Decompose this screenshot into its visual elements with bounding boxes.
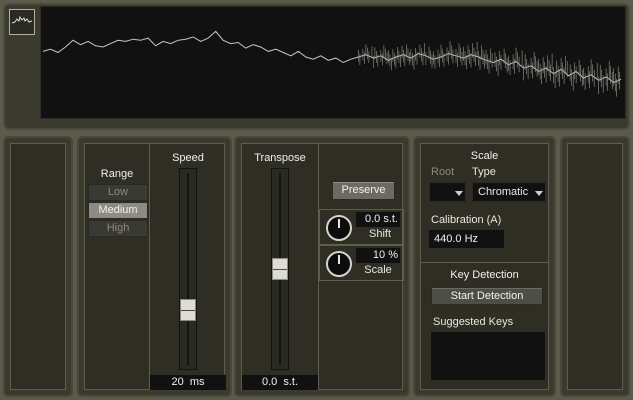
type-dropdown[interactable]: Chromatic — [472, 182, 546, 202]
key-detection-title: Key Detection — [450, 269, 519, 281]
scale-percent-value[interactable]: 10 % — [356, 248, 400, 263]
suggested-keys-box[interactable] — [431, 332, 545, 380]
transpose-unit: s.t. — [283, 376, 299, 388]
waveform-line — [42, 30, 622, 84]
transpose-title: Transpose — [254, 152, 306, 164]
chevron-down-icon — [455, 191, 463, 196]
waveform-icon[interactable] — [9, 9, 35, 35]
waveform-icon-glyph — [11, 15, 33, 24]
range-speed-panel: Range Low Medium High Speed 20 ms — [77, 136, 232, 397]
speed-unit: ms — [189, 376, 205, 388]
range-option-medium[interactable]: Medium — [88, 202, 148, 219]
range-speed-inner: Range Low Medium High Speed 20 ms — [84, 143, 226, 390]
start-detection-button[interactable]: Start Detection — [431, 287, 543, 305]
right-side-panel — [560, 136, 630, 397]
type-label: Type — [472, 166, 496, 178]
waveform-display — [40, 6, 626, 119]
shift-knob[interactable] — [326, 215, 352, 241]
shift-value[interactable]: 0.0 s.t. — [356, 212, 400, 227]
transpose-slider[interactable] — [271, 168, 289, 370]
divider — [149, 144, 150, 389]
root-label: Root — [431, 166, 455, 178]
range-title: Range — [100, 168, 134, 180]
transpose-value: 0.0 — [261, 376, 278, 388]
speed-readout[interactable]: 20 ms — [150, 375, 226, 390]
calibration-label: Calibration (A) — [431, 214, 502, 226]
speed-value: 20 — [171, 376, 184, 388]
right-side-inner — [567, 143, 623, 390]
waveform-noise — [358, 41, 620, 97]
left-side-inner — [10, 143, 66, 390]
transpose-inner: Transpose 0.0 s.t. Preserve 0.0 s.t. Shi… — [241, 143, 404, 390]
speed-slider-track — [187, 173, 189, 365]
suggested-keys-label: Suggested Keys — [433, 316, 514, 328]
range-option-high[interactable]: High — [88, 220, 148, 237]
calibration-field[interactable]: 440.0 Hz — [429, 230, 504, 248]
chevron-down-icon — [535, 191, 543, 196]
range-option-low[interactable]: Low — [88, 184, 148, 201]
scale-knob[interactable] — [326, 251, 352, 277]
transpose-readout[interactable]: 0.0 s.t. — [242, 375, 318, 390]
left-side-panel — [3, 136, 73, 397]
transpose-panel: Transpose 0.0 s.t. Preserve 0.0 s.t. Shi… — [234, 136, 410, 397]
waveform-graph — [42, 30, 622, 97]
transpose-slider-handle[interactable] — [272, 258, 288, 280]
scale-title: Scale — [470, 150, 499, 162]
preserve-button[interactable]: Preserve — [332, 181, 395, 200]
speed-slider-handle[interactable] — [180, 299, 196, 321]
scale-percent-label: Scale — [364, 264, 392, 276]
type-value: Chromatic — [478, 186, 529, 198]
speed-title: Speed — [172, 152, 204, 164]
speed-slider[interactable] — [179, 168, 197, 370]
divider — [421, 262, 548, 263]
scale-inner: Scale Root Type Chromatic Calibration (A… — [420, 143, 549, 390]
shift-label: Shift — [368, 228, 391, 240]
scale-panel: Scale Root Type Chromatic Calibration (A… — [413, 136, 556, 397]
root-dropdown[interactable] — [429, 182, 466, 202]
